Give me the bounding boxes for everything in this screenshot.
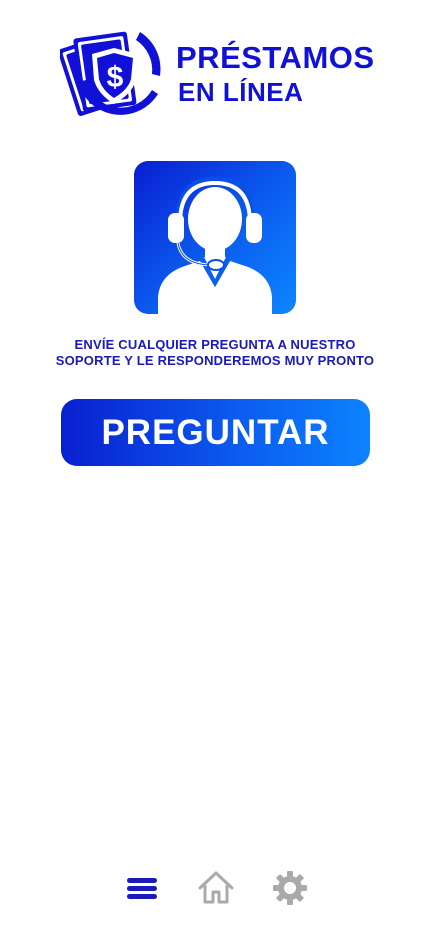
support-message-line2: SOPORTE Y LE RESPONDEREMOS MUY PRONTO <box>55 353 375 368</box>
brand-name-line2: EN LÍNEA <box>178 77 304 107</box>
svg-text:$: $ <box>107 61 124 94</box>
gear-icon <box>273 871 307 905</box>
nav-settings-button[interactable] <box>268 866 312 910</box>
ask-question-button[interactable]: PREGUNTAR <box>61 399 370 466</box>
bottom-navigation <box>0 866 430 912</box>
home-icon <box>198 871 234 904</box>
money-bills-dollar-icon: $ <box>60 31 161 116</box>
support-message: ENVÍE CUALQUIER PREGUNTA A NUESTRO SOPOR… <box>20 337 410 369</box>
customer-support-headset-icon <box>158 176 272 314</box>
support-message-line1: ENVÍE CUALQUIER PREGUNTA A NUESTRO <box>74 337 356 352</box>
menu-icon <box>127 878 157 899</box>
support-illustration <box>134 161 296 314</box>
nav-home-button[interactable] <box>194 866 238 910</box>
brand-name-line1: PRÉSTAMOS <box>176 40 375 75</box>
nav-menu-button[interactable] <box>120 866 164 910</box>
app-logo: $ PRÉSTAMOS EN LÍNEA <box>60 24 380 120</box>
